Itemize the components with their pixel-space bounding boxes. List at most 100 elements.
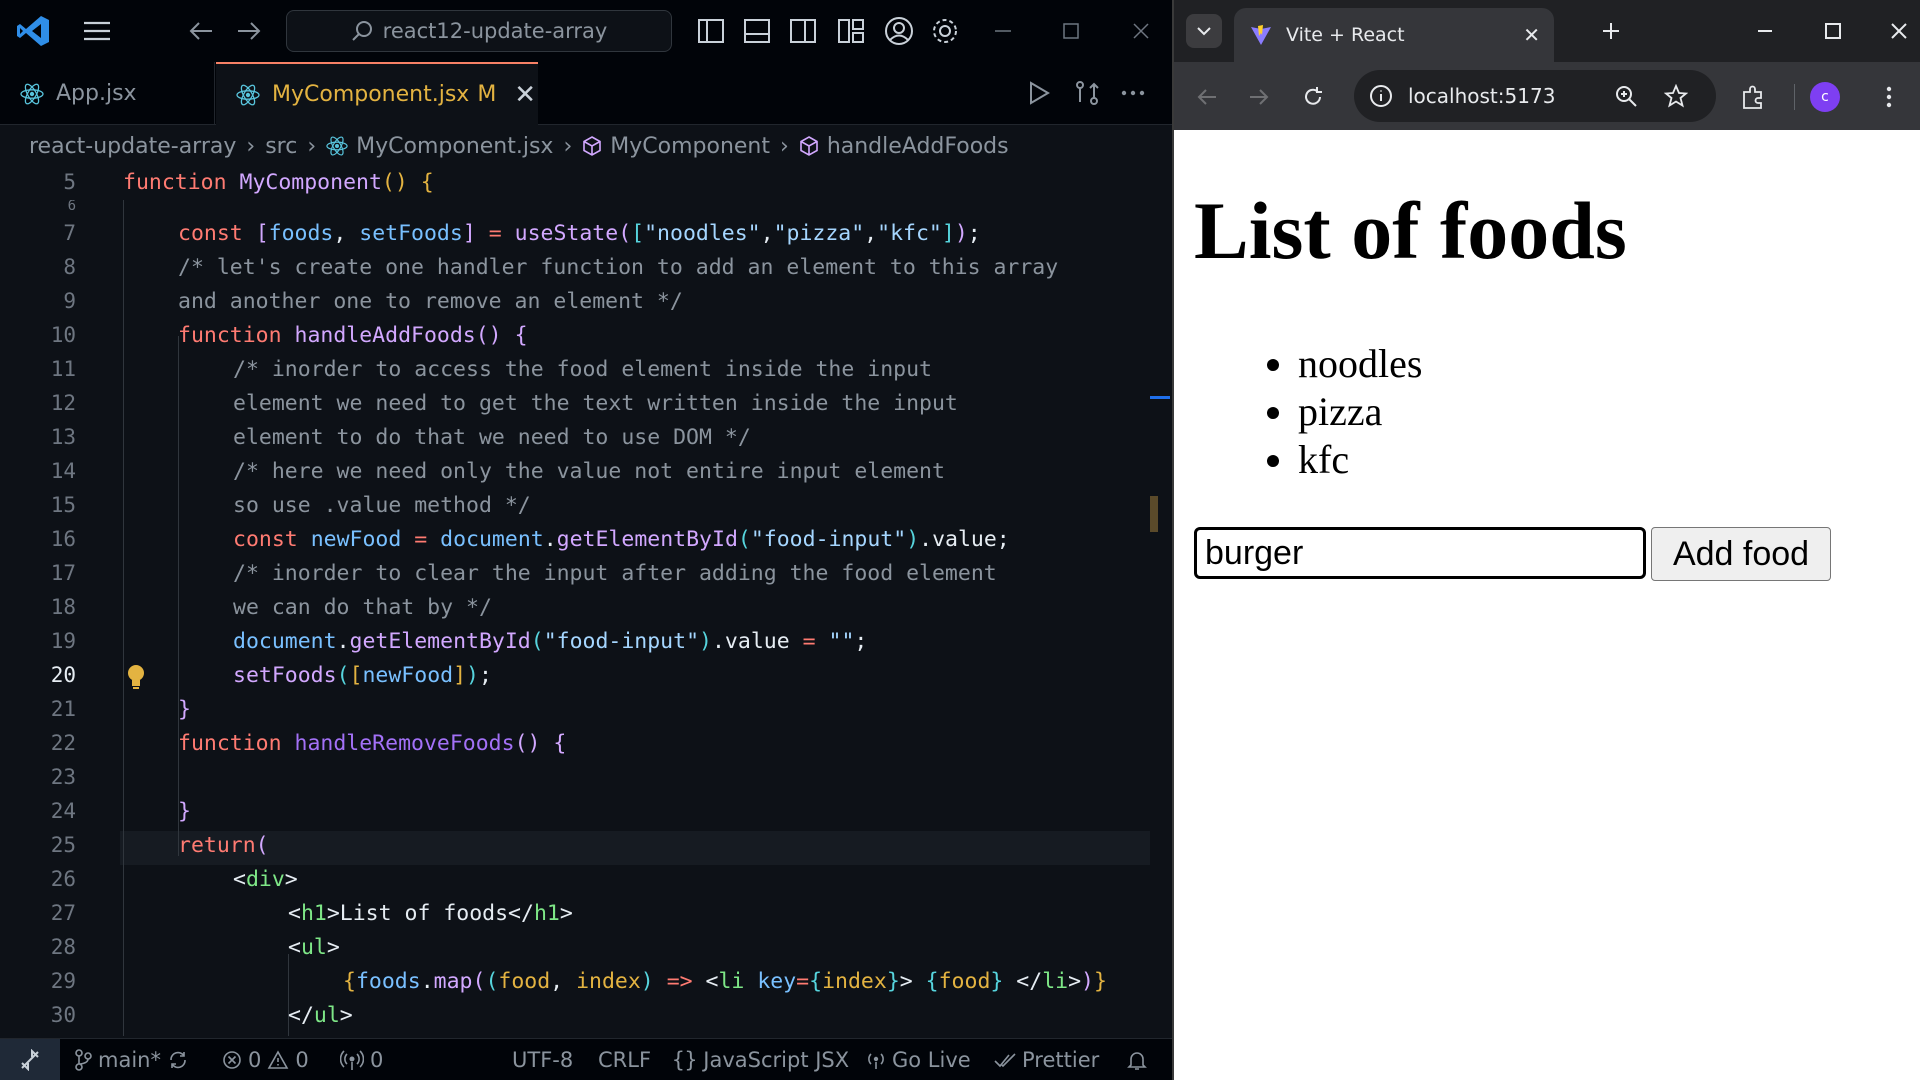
go-live-status[interactable]: Go Live [866,1039,971,1080]
close-icon[interactable] [1126,16,1156,46]
forward-arrow-icon[interactable] [1244,82,1274,112]
chevron-right-icon: › [780,133,789,159]
address-bar[interactable]: localhost:5173 [1354,70,1716,122]
code-line: } [178,799,191,824]
close-tab-icon[interactable]: ✕ [1523,23,1540,47]
code-comment: we can do that by */ [233,595,492,620]
code-comment: /* inorder to clear the input after addi… [233,561,997,586]
command-center-search[interactable]: react12-update-array [286,10,672,52]
breadcrumb-item[interactable]: react-update-array [29,134,236,159]
minimize-icon[interactable] [988,16,1018,46]
tab-mycomponent-jsx[interactable]: MyComponent.jsx M ✕ [216,62,538,125]
more-actions-icon[interactable] [1118,78,1148,108]
code-line: {foods.map((food, index) => <li key={ind… [343,969,1107,994]
maximize-icon[interactable] [1056,16,1086,46]
kebab-menu-icon[interactable] [1874,82,1904,112]
browser-window: Vite + React ✕ localhost:5173 c List of … [1174,0,1920,1080]
eol-status[interactable]: CRLF [598,1039,651,1080]
close-tab-icon[interactable]: ✕ [514,80,536,110]
extensions-icon[interactable] [1736,80,1770,114]
scrollbar-thumb[interactable] [1150,496,1158,532]
code-line: function MyComponent() { [123,170,434,195]
error-icon [222,1050,242,1070]
breadcrumb-item[interactable]: handleAddFoods [827,134,1009,159]
branch-name: main* [98,1048,161,1072]
line-number: 30 [50,1003,76,1027]
broadcast-icon [340,1049,364,1071]
code-comment: /* inorder to access the food element in… [233,357,932,382]
check-double-icon [994,1051,1016,1069]
tab-app-jsx[interactable]: App.jsx [0,62,215,125]
line-number: 23 [50,765,76,789]
food-input[interactable] [1194,527,1646,579]
toggle-sidebar-icon[interactable] [696,16,726,46]
breadcrumb-item[interactable]: src [265,134,297,159]
language-label: JavaScript JSX [703,1048,850,1072]
tab-search-icon[interactable] [1186,14,1222,48]
minimize-icon[interactable] [1750,16,1780,46]
new-tab-icon[interactable] [1596,16,1626,46]
line-number: 26 [50,867,76,891]
account-icon[interactable] [882,14,916,48]
run-icon[interactable] [1024,78,1054,108]
line-number: 15 [50,493,76,517]
code-comment: /* let's create one handler function to … [178,255,1059,280]
toggle-secondary-sidebar-icon[interactable] [788,16,818,46]
site-info-icon[interactable] [1368,83,1394,109]
breadcrumb-item[interactable]: MyComponent [610,134,770,159]
warning-icon [267,1050,289,1070]
remote-icon[interactable] [0,1039,60,1080]
code-line: function handleRemoveFoods() { [178,731,567,756]
add-food-button[interactable]: Add food [1651,527,1831,581]
customize-layout-icon[interactable] [836,16,866,46]
gear-icon[interactable] [928,14,962,48]
tab-label: App.jsx [56,81,137,106]
problems-status[interactable]: 0 0 [222,1039,309,1080]
forward-arrow-icon[interactable] [234,16,264,46]
browser-toolbar: localhost:5173 c [1174,62,1920,130]
bell-icon[interactable] [1126,1039,1148,1080]
code-line: const newFood = document.getElementById(… [233,527,1010,552]
error-count: 0 [248,1048,262,1072]
page-title: List of foods [1194,185,1627,276]
line-number-current: 20 [50,663,76,687]
ports-count: 0 [370,1048,384,1072]
bookmark-star-icon[interactable] [1664,84,1688,108]
line-number: 16 [50,527,76,551]
line-number: 7 [63,221,76,245]
line-number: 25 [50,833,76,857]
broadcast-icon [866,1050,886,1070]
chevron-right-icon: › [307,133,317,159]
encoding-status[interactable]: UTF-8 [512,1039,573,1080]
back-arrow-icon[interactable] [1192,82,1222,112]
maximize-icon[interactable] [1818,16,1848,46]
profile-avatar[interactable]: c [1810,82,1840,112]
menu-icon[interactable] [80,16,114,46]
language-status[interactable]: {} JavaScript JSX [672,1039,849,1080]
vscode-logo-icon [14,12,52,50]
tab-title: Vite + React [1286,24,1405,46]
indent-guide [178,336,179,856]
compare-changes-icon[interactable] [1072,78,1102,108]
reload-icon[interactable] [1298,82,1328,112]
browser-tab[interactable]: Vite + React ✕ [1234,8,1554,62]
code-line: document.getElementById("food-input").va… [233,629,868,654]
code-editor[interactable]: 5 6 7 8 9 10 11 12 13 14 15 16 17 18 19 … [0,166,1172,1038]
list-item: noodles [1298,340,1422,388]
breadcrumb: react-update-array › src › MyComponent.j… [0,126,1172,166]
close-icon[interactable] [1884,16,1914,46]
breadcrumb-item[interactable]: MyComponent.jsx [356,134,553,159]
prettier-status[interactable]: Prettier [994,1039,1099,1080]
sync-icon[interactable] [167,1049,189,1071]
ports-status[interactable]: 0 [340,1039,383,1080]
back-arrow-icon[interactable] [186,16,216,46]
line-number: 5 [63,170,76,194]
browser-tab-strip: Vite + React ✕ [1174,0,1920,62]
zoom-icon[interactable] [1614,84,1638,108]
toolbar-separator [1794,84,1795,110]
toggle-panel-icon[interactable] [742,16,772,46]
branch-status[interactable]: main* [74,1039,189,1080]
code-line: function handleAddFoods() { [178,323,528,348]
lightbulb-icon[interactable] [124,663,148,691]
code-line: </ul> [288,1003,353,1028]
